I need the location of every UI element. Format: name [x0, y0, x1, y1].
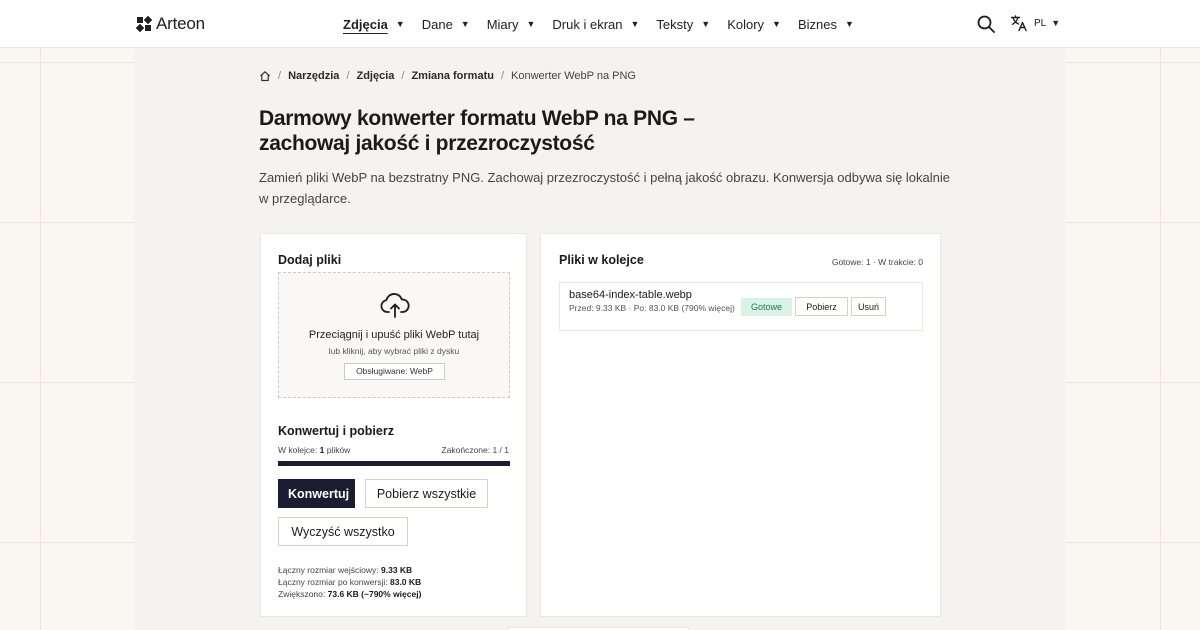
done-count: Zakończone: 1 / 1	[441, 445, 509, 455]
download-button[interactable]: Pobierz	[795, 297, 848, 316]
supported-formats-badge: Obsługiwane: WebP	[344, 363, 445, 380]
file-name: base64-index-table.webp	[569, 289, 692, 301]
input-size-value: 9.33 KB	[381, 565, 413, 575]
file-dropzone[interactable]: Przeciągnij i upuść pliki WebP tutaj lub…	[278, 272, 510, 398]
size-summary: Łączny rozmiar wejściowy: 9.33 KB Łączny…	[278, 564, 421, 600]
queue-card: Pliki w kolejce Gotowe: 1 · W trakcie: 0…	[540, 233, 941, 617]
dropzone-main-text: Przeciągnij i upuść pliki WebP tutaj	[308, 329, 480, 341]
remove-button[interactable]: Usuń	[851, 297, 886, 316]
breadcrumb-separator: /	[278, 70, 282, 82]
language-code: PL	[1034, 17, 1047, 29]
convert-button[interactable]: Konwertuj	[278, 479, 355, 508]
nav-item-label: Dane	[421, 16, 453, 32]
search-icon[interactable]	[977, 15, 995, 33]
list-item: base64-index-table.webp Przed: 9.33 KB ·…	[559, 282, 923, 331]
download-all-button[interactable]: Pobierz wszystkie	[365, 479, 488, 508]
nav-item-druk-i-ekran[interactable]: Druk i ekran ▼	[552, 17, 639, 32]
breadcrumb-link-zdjecia[interactable]: Zdjęcia	[356, 70, 394, 82]
progress-bar	[278, 461, 510, 466]
nav-item-label: Kolory	[727, 16, 765, 32]
chevron-down-icon: ▼	[1051, 18, 1061, 28]
chevron-down-icon: ▼	[845, 19, 854, 29]
size-diff-row: Zwiększono: 73.6 KB (~790% więcej)	[278, 588, 421, 600]
queue-count-unit: plików	[326, 445, 351, 455]
size-diff-label: Zwiększono:	[278, 589, 326, 599]
breadcrumb-separator: /	[401, 70, 405, 82]
nav-item-miary[interactable]: Miary ▼	[487, 17, 536, 32]
chevron-down-icon: ▼	[460, 19, 470, 29]
logo-text: Arteon	[156, 14, 205, 33]
chevron-down-icon: ▼	[630, 19, 640, 29]
output-size-value: 83.0 KB	[389, 577, 422, 587]
nav-item-kolory[interactable]: Kolory ▼	[727, 17, 781, 32]
home-icon[interactable]	[259, 70, 271, 82]
breadcrumb-link-zmiana-formatu[interactable]: Zmiana formatu	[411, 70, 494, 82]
breadcrumb: / Narzędzia / Zdjęcia / Zmiana formatu /…	[259, 70, 636, 82]
queue-count: W kolejce: 1 plików	[278, 445, 350, 455]
queue-status-summary: Gotowe: 1 · W trakcie: 0	[831, 257, 923, 267]
upload-card: Dodaj pliki Przeciągnij i upuść pliki We…	[260, 233, 527, 617]
nav-item-label: Druk i ekran	[552, 16, 623, 32]
page-title: Darmowy konwerter formatu WebP na PNG – …	[259, 107, 695, 155]
nav-item-label: Miary	[486, 16, 519, 32]
size-diff-value: 73.6 KB (~790% więcej)	[327, 589, 422, 599]
convert-section-title: Konwertuj i pobierz	[278, 424, 394, 438]
output-size-row: Łączny rozmiar po konwersji: 83.0 KB	[278, 576, 421, 588]
upload-cloud-icon	[380, 293, 410, 318]
nav-item-label: Teksty	[656, 16, 694, 32]
dropzone-sub-text: lub kliknij, aby wybrać pliki z dysku	[328, 346, 460, 356]
chevron-down-icon: ▼	[395, 19, 405, 29]
logo-mark-icon	[136, 16, 152, 32]
breadcrumb-separator: /	[500, 70, 505, 82]
chevron-down-icon: ▼	[772, 19, 781, 29]
upload-card-title: Dodaj pliki	[278, 253, 342, 267]
chevron-down-icon: ▼	[701, 19, 711, 29]
top-navigation-bar: Arteon Zdjęcia ▼ Dane ▼ Miary ▼ Druk i e…	[0, 0, 1200, 48]
chevron-down-icon: ▼	[526, 19, 536, 29]
output-size-label: Łączny rozmiar po konwersji:	[278, 577, 388, 587]
language-selector[interactable]: PL ▼	[1010, 14, 1060, 32]
queue-count-value: 1	[319, 445, 325, 455]
queue-count-label: W kolejce:	[278, 445, 318, 455]
queue-card-title: Pliki w kolejce	[559, 253, 644, 267]
file-size-info: Przed: 9.33 KB · Po: 83.0 KB (790% więce…	[569, 303, 735, 313]
nav-item-label: Biznes	[797, 16, 837, 32]
nav-item-dane[interactable]: Dane ▼	[422, 17, 470, 32]
breadcrumb-link-narzedzia[interactable]: Narzędzia	[288, 70, 339, 82]
breadcrumb-separator: /	[346, 70, 350, 82]
translate-icon	[1010, 15, 1027, 32]
status-badge: Gotowe	[741, 298, 792, 316]
logo[interactable]: Arteon	[136, 14, 205, 34]
breadcrumb-current: Konwerter WebP na PNG	[511, 70, 636, 82]
clear-all-button[interactable]: Wyczyść wszystko	[278, 517, 408, 546]
main-content: / Narzędzia / Zdjęcia / Zmiana formatu /…	[134, 49, 1066, 630]
nav-item-biznes[interactable]: Biznes ▼	[798, 17, 854, 32]
page-description: Zamień pliki WebP na bezstratny PNG. Zac…	[259, 170, 951, 206]
nav-item-teksty[interactable]: Teksty ▼	[656, 17, 710, 32]
input-size-label: Łączny rozmiar wejściowy:	[278, 565, 379, 575]
input-size-row: Łączny rozmiar wejściowy: 9.33 KB	[278, 564, 421, 576]
main-nav: Zdjęcia ▼ Dane ▼ Miary ▼ Druk i ekran ▼ …	[343, 0, 854, 48]
nav-item-label: Zdjęcia	[343, 16, 388, 32]
nav-item-zdjecia[interactable]: Zdjęcia ▼	[343, 17, 405, 32]
progress-bar-fill	[278, 461, 510, 466]
